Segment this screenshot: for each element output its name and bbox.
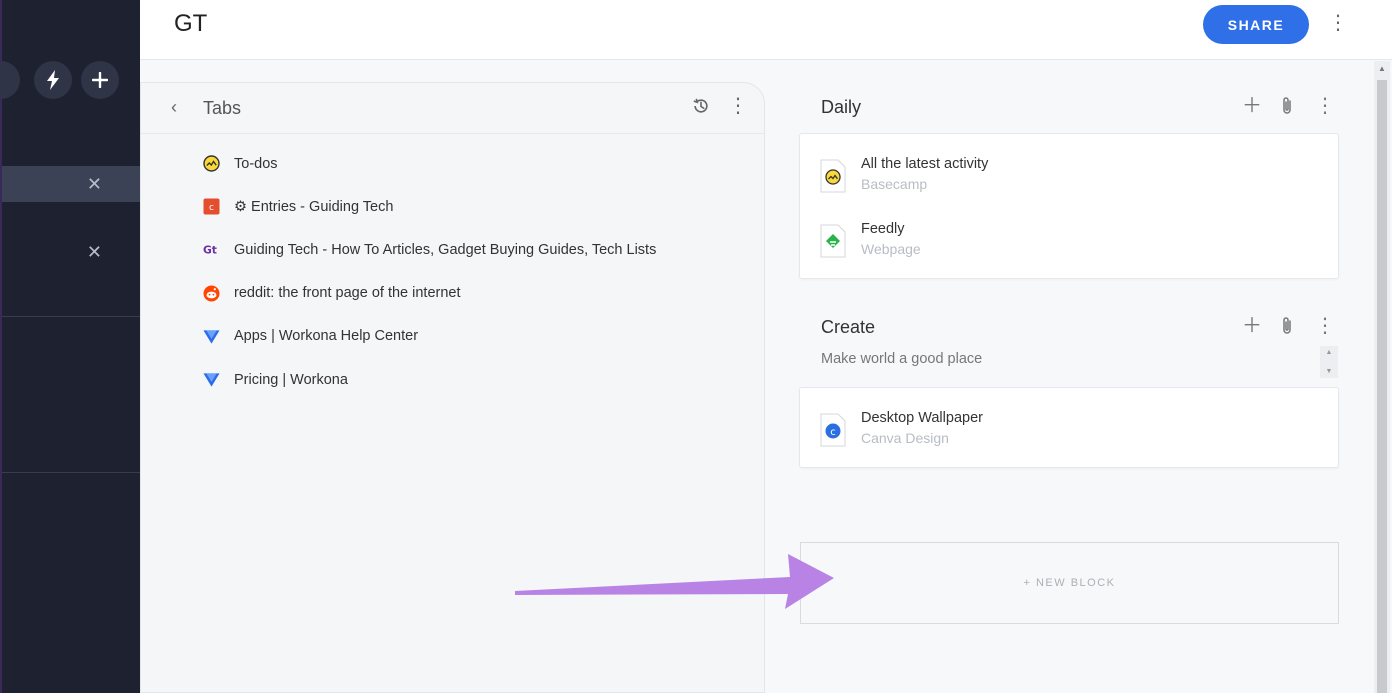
- tab-item[interactable]: c ⚙ Entries - Guiding Tech: [141, 185, 764, 228]
- paperclip-icon[interactable]: [1280, 96, 1294, 120]
- sidebar-divider: [2, 316, 142, 317]
- item-title: Desktop Wallpaper: [861, 410, 983, 426]
- close-icon[interactable]: ✕: [87, 175, 102, 193]
- tabs-more-icon[interactable]: ⋮: [728, 96, 748, 116]
- craft-c-icon: c: [203, 198, 220, 215]
- block-more-icon[interactable]: ⋮: [1315, 316, 1335, 336]
- item-subtitle: Canva Design: [861, 430, 949, 446]
- more-options-icon[interactable]: ⋮: [1328, 13, 1348, 33]
- tab-item[interactable]: Gt Guiding Tech - How To Articles, Gadge…: [141, 228, 764, 271]
- bolt-icon: [47, 70, 59, 90]
- tab-item[interactable]: Apps | Workona Help Center: [141, 315, 764, 358]
- basecamp-icon: [203, 155, 220, 172]
- tab-label: Guiding Tech - How To Articles, Gadget B…: [234, 241, 657, 258]
- tabs-header: ‹ Tabs ⋮: [141, 83, 764, 134]
- scrollbar-thumb[interactable]: [1377, 80, 1387, 693]
- workspace-header: GT SHARE ⋮: [140, 0, 1392, 60]
- workona-icon: [203, 371, 220, 388]
- sidebar-divider: [2, 472, 142, 473]
- annotation-arrow: [515, 554, 834, 609]
- svg-text:Gt: Gt: [203, 244, 217, 257]
- item-title: Feedly: [861, 221, 905, 237]
- sidebar-item-active[interactable]: ✕: [2, 166, 142, 202]
- history-icon[interactable]: [692, 97, 710, 115]
- reddit-icon: [203, 285, 220, 302]
- workspace-avatar[interactable]: [0, 61, 20, 99]
- description-scrollbar[interactable]: ▲ ▼: [1320, 346, 1338, 378]
- add-workspace-button[interactable]: [81, 61, 119, 99]
- workspace-sidebar: ✕ ✕: [0, 0, 142, 693]
- tab-item[interactable]: To-dos: [141, 142, 764, 185]
- new-block-button[interactable]: + NEW BLOCK: [800, 542, 1339, 624]
- tab-item[interactable]: reddit: the front page of the internet: [141, 272, 764, 315]
- svg-text:c: c: [209, 203, 214, 213]
- tab-label: Apps | Workona Help Center: [234, 328, 419, 345]
- workona-icon: [203, 328, 220, 345]
- item-subtitle: Webpage: [861, 241, 921, 257]
- tab-item[interactable]: Pricing | Workona: [141, 358, 764, 401]
- chevron-down-icon[interactable]: ▼: [1326, 368, 1333, 375]
- item-title: All the latest activity: [861, 156, 989, 172]
- svg-text:c: c: [830, 427, 836, 438]
- bolt-button[interactable]: [34, 61, 72, 99]
- tab-label: reddit: the front page of the internet: [234, 285, 461, 302]
- paperclip-icon[interactable]: [1280, 316, 1294, 340]
- block-card-daily: All the latest activity Basecamp Feedly …: [799, 133, 1339, 279]
- tab-label: To-dos: [234, 155, 278, 172]
- block-title-create: Create: [821, 317, 876, 337]
- tab-label: Pricing | Workona: [234, 371, 348, 388]
- close-icon[interactable]: ✕: [87, 243, 102, 261]
- scroll-up-icon[interactable]: ▲: [1378, 64, 1386, 73]
- share-button[interactable]: SHARE: [1203, 5, 1309, 44]
- add-icon[interactable]: ＋: [1242, 316, 1262, 336]
- plus-icon: [92, 72, 108, 88]
- chevron-left-icon[interactable]: ‹: [171, 97, 177, 118]
- tab-list: To-dos c ⚙ Entries - Guiding Tech Gt Gui…: [141, 142, 764, 401]
- canva-icon: c: [820, 413, 846, 447]
- workspace-title: GT: [174, 10, 208, 37]
- chevron-up-icon[interactable]: ▲: [1326, 349, 1333, 356]
- basecamp-icon: [820, 159, 846, 193]
- block-more-icon[interactable]: ⋮: [1315, 96, 1335, 116]
- tab-label: ⚙ Entries - Guiding Tech: [234, 198, 394, 215]
- feedly-icon: [820, 224, 846, 258]
- item-subtitle: Basecamp: [861, 176, 928, 192]
- sidebar-item[interactable]: ✕: [2, 234, 142, 270]
- add-icon[interactable]: ＋: [1242, 96, 1262, 116]
- block-title-daily: Daily: [821, 97, 862, 117]
- guiding-tech-icon: Gt: [203, 241, 220, 258]
- tabs-title: Tabs: [203, 98, 242, 118]
- block-card-create: c Desktop Wallpaper Canva Design: [799, 387, 1339, 468]
- block-description: Make world a good place: [821, 351, 983, 367]
